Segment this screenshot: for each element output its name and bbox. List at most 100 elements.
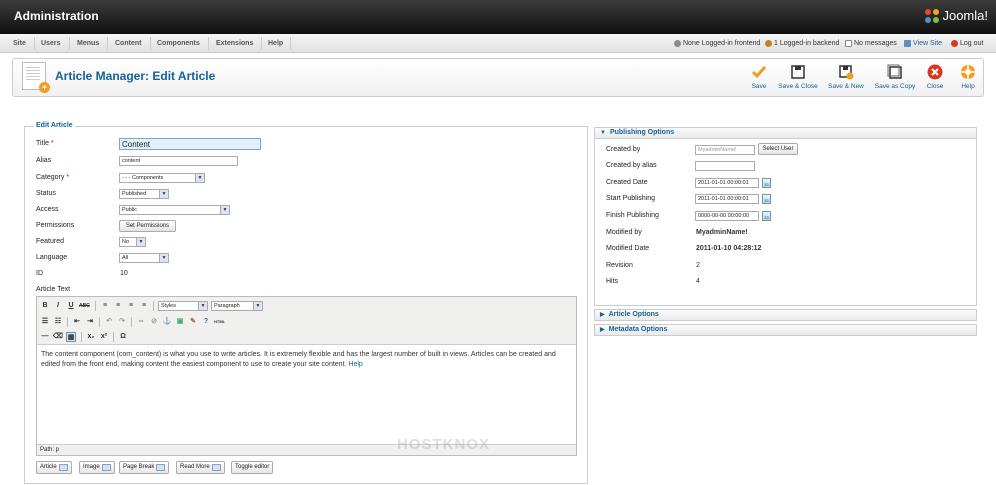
chevron-down-icon: ▼	[159, 254, 168, 262]
joomla-logo[interactable]: Joomla!	[925, 8, 988, 23]
insert-article-button[interactable]: Article	[36, 461, 72, 474]
help-button[interactable]: Help	[959, 64, 977, 90]
featured-select[interactable]: No ▼	[119, 237, 146, 247]
id-label: ID	[36, 270, 43, 277]
hits-value: 4	[696, 278, 700, 285]
bold-button[interactable]: B	[40, 301, 50, 311]
alias-input[interactable]: content	[119, 156, 238, 166]
chevron-down-icon: ▼	[253, 302, 262, 310]
triangle-down-icon: ▼	[600, 130, 606, 136]
styles-select[interactable]: Styles ▼	[158, 301, 208, 311]
status-select[interactable]: Published ▼	[119, 189, 169, 199]
editor-content[interactable]: The content component (com_content) is w…	[41, 350, 571, 370]
superscript-icon[interactable]: x²	[99, 332, 109, 342]
featured-label: Featured	[36, 238, 65, 245]
bullet-list-icon[interactable]: ☰	[40, 317, 50, 327]
calendar-icon[interactable]: 33	[762, 178, 771, 188]
metadata-options-header[interactable]: ▶ Metadata Options	[594, 324, 977, 336]
anchor-icon[interactable]: ⚓	[162, 317, 172, 327]
title-input[interactable]: Content	[119, 138, 261, 150]
menu-content[interactable]: Content	[115, 40, 141, 47]
article-text-label: Article Text	[36, 286, 71, 293]
special-char-icon[interactable]: Ω	[118, 332, 128, 342]
italic-button[interactable]: I	[53, 301, 63, 311]
start-publishing-input[interactable]: 2011-01-01 00:00:01	[695, 194, 759, 204]
created-by-alias-label: Created by alias	[606, 162, 657, 169]
view-site-link[interactable]: View Site	[904, 40, 942, 47]
logout-link[interactable]: Log out	[951, 40, 983, 47]
publishing-options-header[interactable]: ▼ Publishing Options	[594, 127, 977, 139]
read-more-icon	[211, 464, 221, 471]
editor-toolbar: B I U ABC ≡ ≡ ≡ ≡ Styles ▼ Paragraph ▼ ☰ ☷…	[37, 297, 576, 345]
revision-label: Revision	[606, 262, 633, 269]
close-icon	[927, 64, 943, 80]
page-break-button[interactable]: Page Break	[119, 461, 170, 474]
select-user-button[interactable]: Select User	[758, 143, 798, 155]
align-center-icon[interactable]: ≡	[113, 301, 123, 311]
article-icon	[58, 464, 68, 471]
undo-icon[interactable]: ↶	[104, 317, 114, 327]
category-select[interactable]: - - - Components ▼	[119, 173, 205, 183]
subscript-icon[interactable]: x₂	[86, 332, 96, 342]
menu-users[interactable]: Users	[41, 40, 60, 47]
menu-components[interactable]: Components	[157, 40, 200, 47]
set-permissions-button[interactable]: Set Permissions	[119, 220, 176, 232]
save-new-button[interactable]: Save & New	[826, 64, 866, 90]
menu-site[interactable]: Site	[13, 40, 26, 47]
status-backend: 1 Logged-in backend	[765, 40, 839, 47]
floppy-copy-icon	[887, 64, 902, 79]
underline-button[interactable]: U	[66, 301, 76, 311]
numbered-list-icon[interactable]: ☷	[53, 317, 63, 327]
status-label: Status	[36, 190, 56, 197]
help-icon[interactable]: ?	[201, 317, 211, 327]
menu-menus[interactable]: Menus	[77, 40, 99, 47]
created-by-label: Created by	[606, 146, 641, 153]
html-icon[interactable]: HTML	[214, 317, 225, 327]
menu-bar: Site Users Menus Content Components Exte…	[0, 34, 996, 53]
redo-icon[interactable]: ↷	[117, 317, 127, 327]
strikethrough-button[interactable]: ABC	[79, 301, 90, 311]
hits-label: Hits	[606, 278, 619, 285]
language-select[interactable]: All ▼	[119, 253, 169, 263]
chevron-down-icon: ▼	[220, 206, 229, 214]
save-copy-button[interactable]: Save as Copy	[873, 64, 917, 90]
cleanup-icon[interactable]: ✎	[188, 317, 198, 327]
toggle-editor-button[interactable]: Toggle editor	[231, 461, 274, 474]
close-button[interactable]: Close	[925, 64, 945, 90]
calendar-icon[interactable]: 33	[762, 194, 771, 204]
insert-image-button[interactable]: Image	[79, 461, 115, 474]
align-left-icon[interactable]: ≡	[100, 301, 110, 311]
outdent-icon[interactable]: ⇤	[72, 317, 82, 327]
help-link[interactable]: Help	[348, 361, 362, 368]
visual-aid-icon[interactable]: ▦	[66, 332, 76, 342]
format-select[interactable]: Paragraph ▼	[211, 301, 263, 311]
indent-icon[interactable]: ⇥	[85, 317, 95, 327]
user-icon	[674, 40, 681, 47]
lifebuoy-icon	[961, 65, 975, 79]
users-icon	[765, 40, 772, 47]
remove-format-icon[interactable]: ⌫	[53, 332, 63, 342]
image-icon[interactable]: ▣	[175, 317, 185, 327]
align-justify-icon[interactable]: ≡	[139, 301, 149, 311]
start-publishing-label: Start Publishing	[606, 195, 656, 202]
read-more-button[interactable]: Read More	[176, 461, 225, 474]
created-by-input[interactable]: MyadminName!	[695, 145, 755, 155]
menu-extensions[interactable]: Extensions	[216, 40, 253, 47]
chevron-down-icon: ▼	[159, 190, 168, 198]
status-messages[interactable]: No messages	[845, 40, 897, 47]
title-label: Title *	[36, 140, 54, 147]
save-close-button[interactable]: Save & Close	[777, 64, 819, 90]
unlink-icon[interactable]: ⊘	[149, 317, 159, 327]
finish-publishing-input[interactable]: 0000-00-00 00:00:00	[695, 211, 759, 221]
link-icon[interactable]: ∞	[136, 317, 146, 327]
calendar-icon[interactable]: 33	[762, 211, 771, 221]
article-options-header[interactable]: ▶ Article Options	[594, 309, 977, 321]
horizontal-rule-icon[interactable]: —	[40, 332, 50, 342]
created-by-alias-input[interactable]	[695, 161, 755, 171]
align-right-icon[interactable]: ≡	[126, 301, 136, 311]
edit-article-legend: Edit Article	[34, 122, 75, 129]
save-button[interactable]: Save	[749, 64, 769, 90]
menu-help[interactable]: Help	[268, 40, 283, 47]
access-select[interactable]: Public ▼	[119, 205, 230, 215]
created-date-input[interactable]: 2011-01-01 00:00:01	[695, 178, 759, 188]
